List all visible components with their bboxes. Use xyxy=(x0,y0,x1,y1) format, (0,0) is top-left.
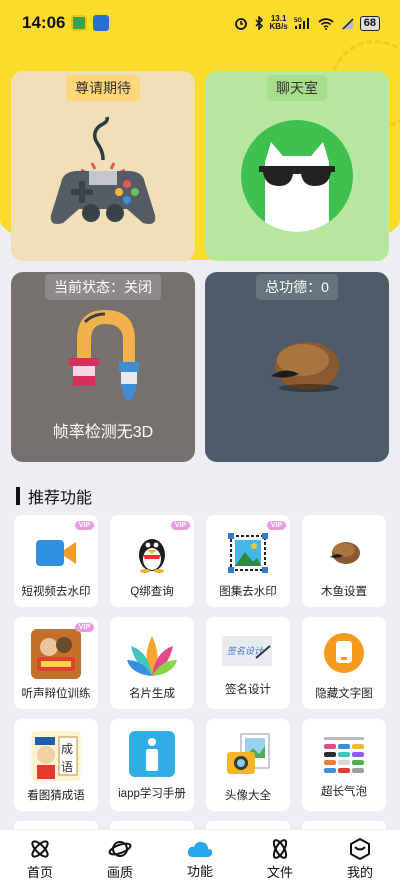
nav-mine[interactable]: 我的 xyxy=(320,830,400,889)
tool-label: 隐藏文字图 xyxy=(315,688,373,700)
image-frame-icon xyxy=(228,533,268,573)
frame-rate-card[interactable]: 当前状态：关闭 帧率检测无3D xyxy=(11,272,195,462)
tool-label: 签名设计 xyxy=(225,684,271,696)
bluetooth-icon xyxy=(254,16,263,30)
nav-label: 我的 xyxy=(346,865,373,880)
tool-business-card[interactable]: 名片生成 xyxy=(110,617,194,709)
wooden-fish-icon xyxy=(330,542,360,564)
nav-label: 画质 xyxy=(106,865,133,880)
game-card[interactable]: 尊请期待 xyxy=(11,71,195,261)
status-bar: 14:06 13.1 KB/s 5G 68 xyxy=(0,0,400,46)
tool-label: 图集去水印 xyxy=(219,586,277,598)
svg-text:语: 语 xyxy=(61,760,73,774)
network-speed: 13.1 KB/s xyxy=(269,14,288,31)
nav-label: 功能 xyxy=(186,864,213,879)
no-signal-icon xyxy=(340,17,354,29)
nav-label: 首页 xyxy=(26,865,53,880)
wifi-icon xyxy=(318,17,334,30)
svg-text:成: 成 xyxy=(61,742,73,756)
recommended-section-title: 推荐功能 xyxy=(16,484,92,508)
video-camera-icon xyxy=(36,540,76,566)
planet-icon xyxy=(108,841,132,857)
message-notification-icon xyxy=(93,15,110,31)
wooden-fish-icon xyxy=(271,342,339,392)
frame-rate-status-tag: 当前状态：关闭 xyxy=(45,274,161,300)
penguin-icon xyxy=(139,539,165,573)
tool-label: iapp学习手册 xyxy=(118,788,186,800)
hidden-text-icon xyxy=(324,633,364,673)
section-title-text: 推荐功能 xyxy=(28,490,93,507)
status-time: 14:06 xyxy=(22,13,66,32)
vip-badge: VIP xyxy=(74,623,94,632)
svg-text:5G: 5G xyxy=(294,18,302,24)
vip-badge: VIP xyxy=(170,521,190,530)
tool-video-watermark[interactable]: VIP 短视频去水印 xyxy=(14,515,98,607)
nav-home[interactable]: 首页 xyxy=(0,830,80,889)
atom-icon xyxy=(31,840,49,858)
tool-album-watermark[interactable]: VIP 图集去水印 xyxy=(206,515,290,607)
idiom-guess-icon: 成语 xyxy=(31,731,81,781)
tool-label: 看图猜成语 xyxy=(27,790,85,802)
tool-label: 头像大全 xyxy=(225,790,271,802)
tool-label: 木鱼设置 xyxy=(321,586,367,598)
tool-label: 短视频去水印 xyxy=(21,586,91,598)
gamepad-icon xyxy=(50,116,156,224)
bottom-navigation: 首页 画质 功能 文件 我的 xyxy=(0,829,400,889)
tool-guess-idiom[interactable]: 成语 看图猜成语 xyxy=(14,719,98,811)
tool-label: 听声辩位训练 xyxy=(21,688,91,700)
battery-indicator: 68 xyxy=(359,15,380,31)
chat-room-card-tag: 聊天室 xyxy=(267,75,327,101)
tool-label: 名片生成 xyxy=(129,688,175,700)
nav-label: 文件 xyxy=(266,865,293,880)
tool-long-bubble[interactable]: 超长气泡 xyxy=(302,719,386,811)
alarm-icon xyxy=(234,18,247,30)
tool-avatar-collection[interactable]: 头像大全 xyxy=(206,719,290,811)
vip-badge: VIP xyxy=(74,521,94,530)
game-poster-icon xyxy=(31,629,81,679)
game-card-tag: 尊请期待 xyxy=(66,75,140,101)
tool-sound-position-training[interactable]: VIP 听声辩位训练 xyxy=(14,617,98,709)
cool-cat-icon xyxy=(241,120,353,232)
cloud-icon xyxy=(187,841,213,857)
chat-room-card[interactable]: 聊天室 xyxy=(205,71,389,261)
section-bar xyxy=(16,487,20,505)
nav-quality[interactable]: 画质 xyxy=(80,830,160,889)
merit-count-tag: 总功德：0 xyxy=(256,274,338,300)
wooden-fish-card[interactable]: 总功德：0 xyxy=(205,272,389,462)
paint-brush-icon xyxy=(69,310,139,400)
info-book-icon xyxy=(129,731,175,777)
signature-icon: 签名设计 xyxy=(222,636,272,666)
tool-label: Q绑查询 xyxy=(130,586,174,598)
tools-grid: VIP 短视频去水印 VIP Q绑查询 VIP 图集去水印 木鱼设置 VIP 听… xyxy=(14,515,386,833)
petals-icon xyxy=(127,636,177,676)
tool-q-bind-query[interactable]: VIP Q绑查询 xyxy=(110,515,194,607)
cube-icon xyxy=(350,838,370,860)
bubble-list-icon xyxy=(324,737,364,773)
app-notification-icon xyxy=(71,15,88,31)
tool-signature-design[interactable]: 签名设计 签名设计 xyxy=(206,617,290,709)
tool-hidden-text-image[interactable]: 隐藏文字图 xyxy=(302,617,386,709)
nav-files[interactable]: 文件 xyxy=(240,830,320,889)
tool-label: 超长气泡 xyxy=(321,786,367,798)
frame-rate-caption: 帧率检测无3D xyxy=(52,424,154,441)
avatar-photos-icon xyxy=(227,733,270,774)
nav-features[interactable]: 功能 xyxy=(160,830,240,889)
vip-badge: VIP xyxy=(266,521,286,530)
signal-icon: 5G xyxy=(294,18,309,29)
orbit-icon xyxy=(272,839,288,859)
tool-iapp-manual[interactable]: iapp学习手册 xyxy=(110,719,194,811)
tool-wooden-fish-settings[interactable]: 木鱼设置 xyxy=(302,515,386,607)
